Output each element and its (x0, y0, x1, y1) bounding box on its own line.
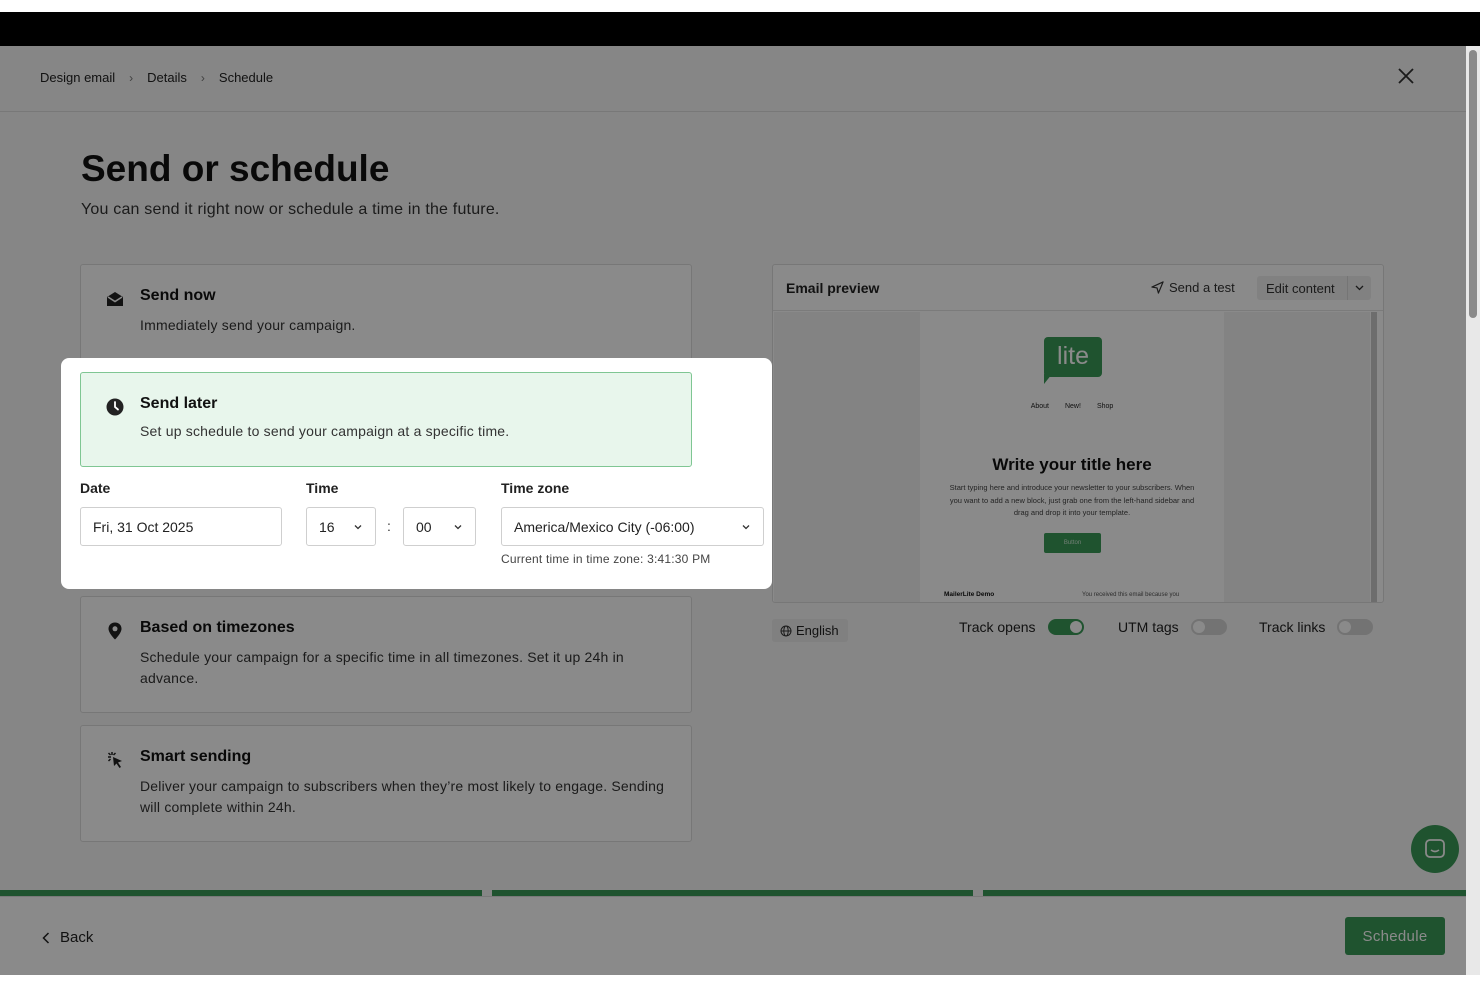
email-preview-title: Email preview (786, 280, 880, 296)
edit-content-button[interactable]: Edit content (1257, 276, 1371, 300)
track-opens-setting: Track opens (959, 619, 1084, 635)
timezone-value: America/Mexico City (-06:00) (514, 518, 695, 535)
chevron-down-icon (354, 524, 362, 529)
chat-widget-button[interactable] (1411, 825, 1459, 873)
track-opens-label: Track opens (959, 619, 1036, 635)
email-nav-item: New! (1064, 403, 1081, 410)
email-footer-sender: MailerLite Demo (944, 591, 995, 598)
top-black-bar (0, 12, 1480, 46)
chevron-down-icon (454, 524, 462, 529)
paper-plane-icon (1151, 281, 1164, 294)
breadcrumb: Design email › Details › Schedule (40, 70, 273, 85)
option-desc: Immediately send your campaign. (140, 317, 356, 333)
option-title: Based on timezones (140, 619, 295, 636)
timezone-select[interactable]: America/Mexico City (-06:00) (501, 507, 764, 546)
track-links-label: Track links (1259, 619, 1326, 635)
option-send-later[interactable]: Send later Set up schedule to send your … (80, 372, 692, 467)
time-separator: : (387, 518, 391, 534)
email-nav-item: About (1030, 403, 1049, 410)
time-label: Time (306, 480, 339, 496)
minute-select[interactable]: 00 (403, 507, 476, 546)
footer-bar: Back Schedule (0, 896, 1466, 975)
option-desc: Deliver your campaign to subscribers whe… (140, 778, 665, 815)
chevron-left-icon (42, 931, 50, 944)
envelope-open-icon (105, 289, 125, 309)
hour-select[interactable]: 16 (306, 507, 376, 546)
brand-logo: lite (1044, 337, 1102, 377)
language-label: English (796, 623, 839, 638)
back-button[interactable]: Back (42, 929, 93, 946)
track-links-setting: Track links (1259, 619, 1374, 635)
email-nav: About New! Shop (920, 403, 1224, 410)
close-icon[interactable] (1395, 67, 1417, 89)
option-based-on-timezones[interactable]: Based on timezones Schedule your campaig… (80, 596, 692, 713)
language-badge[interactable]: English (772, 619, 848, 642)
track-links-toggle[interactable] (1337, 619, 1374, 635)
map-pin-icon (105, 621, 125, 641)
timezone-current-time: Current time in time zone: 3:41:30 PM (501, 552, 711, 566)
edit-content-label: Edit content (1266, 280, 1335, 296)
option-title: Smart sending (140, 748, 252, 765)
chevron-right-icon: › (200, 70, 205, 85)
globe-icon (780, 625, 792, 636)
option-desc: Schedule your campaign for a specific ti… (140, 649, 624, 686)
page-title: Send or schedule (81, 148, 390, 189)
email-preview-panel: Email preview Send a test Edit content l… (772, 264, 1384, 603)
send-test-label: Send a test (1169, 280, 1235, 295)
chat-icon (1425, 839, 1445, 858)
email-footer-note: You received this email because you (1082, 592, 1180, 598)
email-paragraph: Start typing here and introduce your new… (949, 483, 1195, 517)
email-body: lite About New! Shop Write your title he… (920, 312, 1224, 602)
breadcrumb-design-email[interactable]: Design email (40, 70, 115, 85)
track-opens-toggle[interactable] (1047, 619, 1084, 635)
date-label: Date (80, 480, 111, 496)
option-send-now[interactable]: Send now Immediately send your campaign. (80, 264, 692, 360)
utm-tags-toggle[interactable] (1190, 619, 1227, 635)
email-preview-header: Email preview Send a test Edit content (773, 265, 1383, 311)
sparkle-cursor-icon (105, 750, 125, 770)
logo-tail (1044, 374, 1052, 384)
option-smart-sending[interactable]: Smart sending Deliver your campaign to s… (80, 725, 692, 842)
email-heading: Write your title here (992, 455, 1152, 474)
email-button: Button (1044, 533, 1101, 553)
date-field[interactable]: Fri, 31 Oct 2025 (80, 507, 282, 546)
header: Design email › Details › Schedule (0, 46, 1466, 112)
campaign-schedule-page: Design email › Details › Schedule Send o… (0, 46, 1466, 975)
send-later-highlight: Send later Set up schedule to send your … (61, 358, 772, 589)
bottom-edge (0, 975, 1480, 987)
hour-value: 16 (319, 518, 335, 535)
schedule-button[interactable]: Schedule (1345, 917, 1445, 955)
option-desc: Set up schedule to send your campaign at… (140, 423, 510, 439)
chevron-down-icon[interactable] (1347, 276, 1371, 300)
timezone-label: Time zone (501, 480, 570, 496)
preview-scrollbar[interactable] (1371, 312, 1377, 602)
email-preview-canvas[interactable]: lite About New! Shop Write your title he… (774, 312, 1370, 602)
back-label: Back (60, 929, 94, 946)
option-title: Send later (140, 395, 218, 412)
breadcrumb-details[interactable]: Details (147, 70, 187, 85)
chevron-right-icon: › (129, 70, 134, 85)
email-nav-item: Shop (1096, 403, 1114, 410)
breadcrumb-schedule: Schedule (218, 70, 274, 85)
clock-icon (105, 397, 125, 417)
utm-tags-setting: UTM tags (1118, 619, 1227, 635)
minute-value: 00 (416, 518, 432, 535)
scrollbar-thumb[interactable] (1469, 50, 1477, 318)
utm-tags-label: UTM tags (1118, 619, 1179, 635)
send-test-button[interactable]: Send a test (1151, 280, 1235, 295)
page-subtitle: You can send it right now or schedule a … (81, 201, 500, 218)
date-value: Fri, 31 Oct 2025 (93, 518, 194, 535)
page-scrollbar[interactable] (1466, 46, 1480, 975)
option-title: Send now (140, 287, 216, 304)
chevron-down-icon (742, 524, 750, 529)
